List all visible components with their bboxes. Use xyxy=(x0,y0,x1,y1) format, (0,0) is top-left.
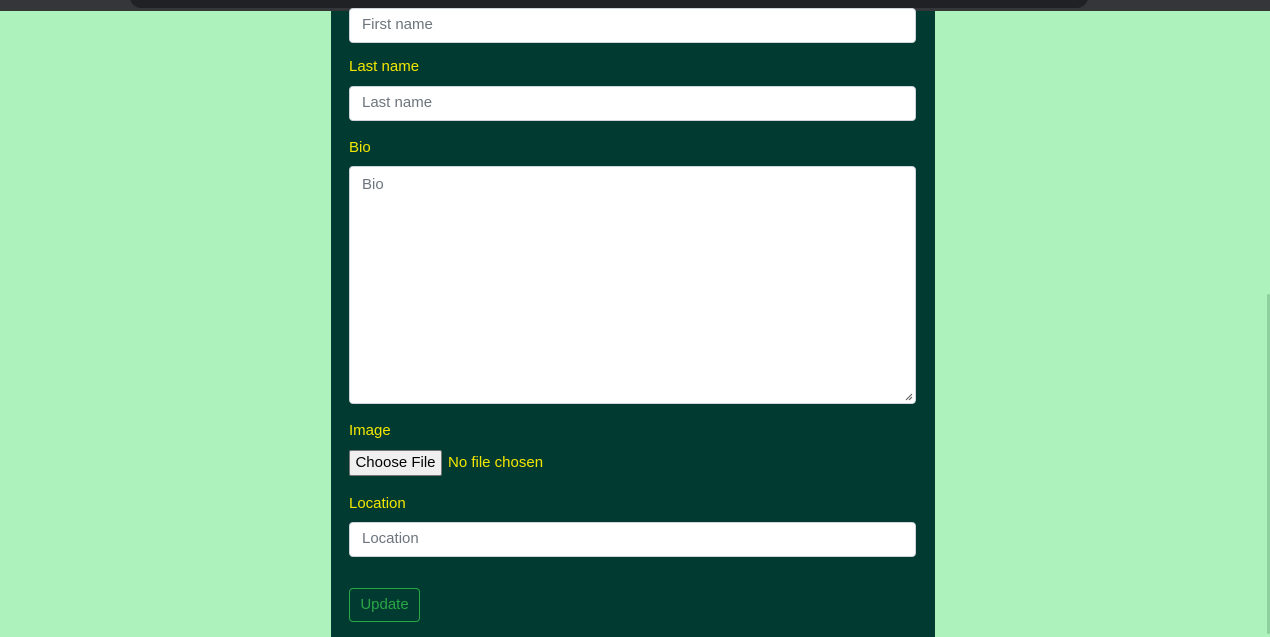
file-status-text: No file chosen xyxy=(448,454,544,471)
bio-textarea[interactable]: Bio xyxy=(349,166,916,404)
last-name-input[interactable]: Last name xyxy=(349,86,916,121)
image-label: Image xyxy=(349,422,391,439)
address-bar[interactable] xyxy=(130,0,1088,8)
last-name-placeholder: Last name xyxy=(362,94,433,111)
location-placeholder: Location xyxy=(362,530,419,547)
resize-handle-icon[interactable] xyxy=(905,393,913,401)
location-input[interactable]: Location xyxy=(349,522,916,557)
last-name-label: Last name xyxy=(349,58,420,75)
bio-label: Bio xyxy=(349,139,371,156)
profile-form-panel: First name Last name Last name Bio Bio I… xyxy=(331,8,935,637)
page-scrollbar[interactable] xyxy=(1266,11,1270,637)
first-name-placeholder: First name xyxy=(362,16,433,33)
bio-placeholder: Bio xyxy=(362,176,384,193)
first-name-input[interactable]: First name xyxy=(349,8,916,43)
update-button[interactable]: Update xyxy=(349,588,420,622)
choose-file-button[interactable]: Choose File xyxy=(349,450,442,476)
location-label: Location xyxy=(349,495,406,512)
